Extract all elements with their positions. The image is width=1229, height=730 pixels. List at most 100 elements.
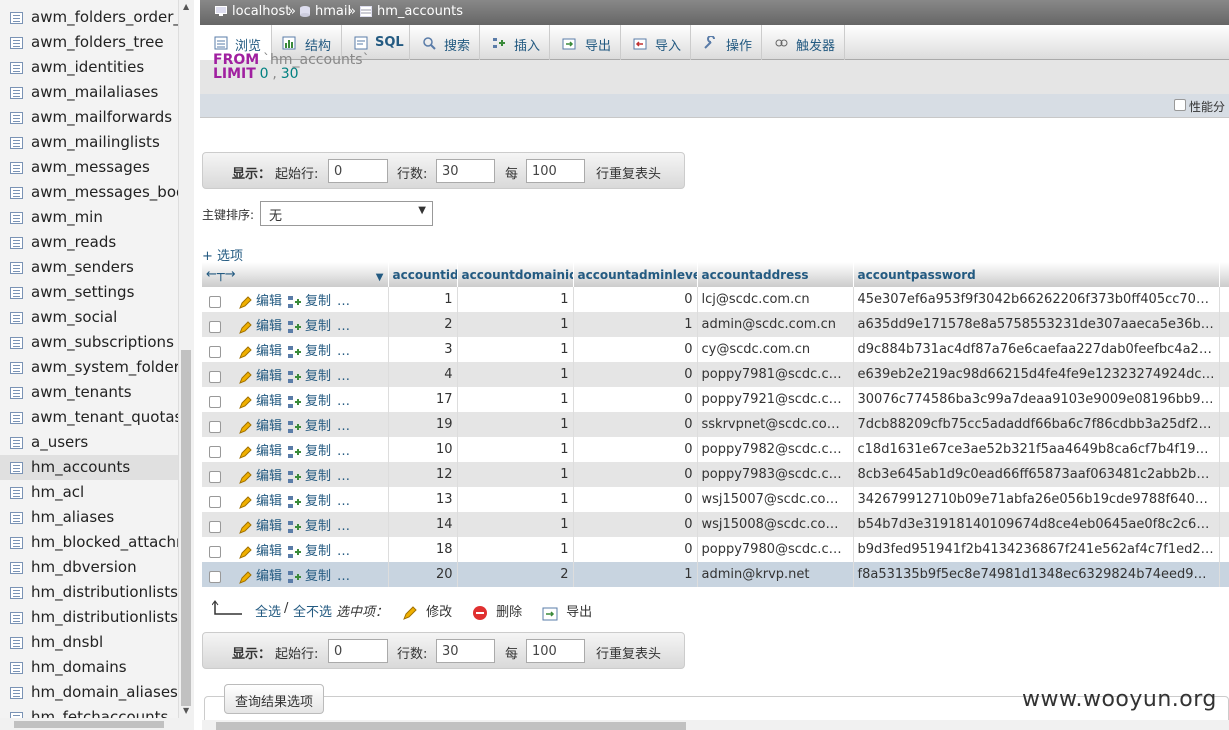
- cell-accountdomainid[interactable]: 1: [457, 287, 574, 312]
- bulk-delete-button[interactable]: 删除: [472, 601, 522, 621]
- sidebar-item-hm_dnsbl[interactable]: hm_dnsbl: [0, 630, 179, 655]
- sidebar-horizontal-scrollbar-thumb[interactable]: [14, 721, 164, 728]
- cell-accountpassword[interactable]: b54b7d3e31918140109674d8ce4eb0645ae0f8c2…: [853, 512, 1220, 537]
- cell-accountadminlevel[interactable]: 0: [573, 512, 698, 537]
- table-icon[interactable]: [10, 12, 23, 24]
- tab-search[interactable]: 搜索: [410, 25, 480, 60]
- rows-count-input-bottom[interactable]: [436, 639, 495, 663]
- sidebar-item-label[interactable]: awm_identities: [31, 58, 144, 76]
- cell-accountaddress[interactable]: wsj15008@scdc.com.cn: [697, 512, 854, 537]
- cell-accountaddress[interactable]: poppy7981@scdc.com.cn: [697, 362, 854, 387]
- row-checkbox[interactable]: [209, 520, 221, 533]
- main-horizontal-scrollbar-thumb[interactable]: [216, 722, 686, 730]
- sidebar-item-label[interactable]: hm_distributionlists: [31, 583, 178, 601]
- uncheck-all-link[interactable]: 全不选: [293, 601, 332, 620]
- table-icon[interactable]: [10, 362, 23, 374]
- cell-accountpassword[interactable]: c18d1631e67ce3ae52b321f5aa4649b8ca6cf7b4…: [853, 437, 1220, 462]
- tab-triggers[interactable]: 触发器: [762, 25, 845, 60]
- copy-row-button[interactable]: 复制: [288, 465, 331, 484]
- copy-row-button[interactable]: 复制: [288, 540, 331, 559]
- row-checkbox[interactable]: [209, 470, 221, 483]
- sidebar-item-label[interactable]: awm_mailaliases: [31, 83, 158, 101]
- sidebar-item-awm_min[interactable]: awm_min: [0, 205, 179, 230]
- sidebar-item-label[interactable]: awm_subscriptions: [31, 333, 174, 351]
- copy-row-button[interactable]: 复制: [288, 315, 331, 334]
- edit-row-button[interactable]: 编辑: [239, 415, 282, 434]
- table-icon[interactable]: [10, 337, 23, 349]
- sidebar-item-label[interactable]: awm_senders: [31, 258, 134, 276]
- sidebar-item-hm_domains[interactable]: hm_domains: [0, 655, 179, 680]
- cell-accountaddress[interactable]: cy@scdc.com.cn: [697, 337, 854, 362]
- cell-accountdomainid[interactable]: 1: [457, 437, 574, 462]
- sidebar-item-awm_settings[interactable]: awm_settings: [0, 280, 179, 305]
- row-checkbox[interactable]: [209, 370, 221, 383]
- sidebar-item-awm_folders_tree[interactable]: awm_folders_tree: [0, 30, 179, 55]
- edit-row-button[interactable]: 编辑: [239, 390, 282, 409]
- sidebar-item-awm_tenants[interactable]: awm_tenants: [0, 380, 179, 405]
- table-icon[interactable]: [10, 587, 23, 599]
- cell-accountdomainid[interactable]: 1: [457, 312, 574, 337]
- cell-accountid[interactable]: 10: [388, 437, 458, 462]
- cell-accountid[interactable]: 2: [388, 312, 458, 337]
- sidebar-item-label[interactable]: hm_dnsbl: [31, 633, 103, 651]
- table-icon[interactable]: [10, 137, 23, 149]
- table-icon[interactable]: [10, 112, 23, 124]
- cell-accountaddress[interactable]: poppy7980@scdc.com.cn: [697, 537, 854, 562]
- table-icon[interactable]: [10, 187, 23, 199]
- profiling-checkbox[interactable]: [1174, 99, 1186, 111]
- column-header-accountdomainid[interactable]: accountdomainid: [457, 262, 574, 287]
- sidebar-item-label[interactable]: hm_blocked_attachm: [31, 533, 179, 551]
- check-all-link[interactable]: 全选: [255, 601, 281, 620]
- row-checkbox[interactable]: [209, 420, 221, 433]
- edit-row-button[interactable]: 编辑: [239, 290, 282, 309]
- cell-accountdomainid[interactable]: 1: [457, 337, 574, 362]
- tab-insert[interactable]: 插入: [480, 25, 550, 60]
- row-checkbox[interactable]: [209, 345, 221, 358]
- copy-row-button[interactable]: 复制: [288, 290, 331, 309]
- cell-accountpassword[interactable]: 7dcb88209cfb75cc5adaddf66ba6c7f86cdbb3a2…: [853, 412, 1220, 437]
- sidebar-item-hm_blocked_attachm[interactable]: hm_blocked_attachm: [0, 530, 179, 555]
- sidebar-item-awm_mailinglists[interactable]: awm_mailinglists: [0, 130, 179, 155]
- row-checkbox[interactable]: [209, 395, 221, 408]
- sidebar-item-label[interactable]: hm_distributionlistsre: [31, 608, 179, 626]
- cell-accountpassword[interactable]: 342679912710b09e71abfa26e056b19cde9788f6…: [853, 487, 1220, 512]
- bulk-export-button[interactable]: 导出: [542, 601, 592, 621]
- edit-row-button[interactable]: 编辑: [239, 565, 282, 584]
- table-icon[interactable]: [10, 537, 23, 549]
- table-icon[interactable]: [10, 62, 23, 74]
- table-icon[interactable]: [10, 37, 23, 49]
- sidebar-item-label[interactable]: awm_tenants: [31, 383, 132, 401]
- cell-accountdomainid[interactable]: 1: [457, 362, 574, 387]
- copy-row-button[interactable]: 复制: [288, 440, 331, 459]
- sidebar-item-hm_dbversion[interactable]: hm_dbversion: [0, 555, 179, 580]
- table-icon[interactable]: [10, 562, 23, 574]
- cell-accountpassword[interactable]: 30076c774586ba3c99a7deaa9103e9009e08196b…: [853, 387, 1220, 412]
- cell-accountadminlevel[interactable]: 0: [573, 437, 698, 462]
- cell-accountadminlevel[interactable]: 1: [573, 562, 698, 587]
- column-resize-icon[interactable]: ←┬→: [206, 267, 236, 282]
- sidebar-item-label[interactable]: awm_messages: [31, 158, 150, 176]
- column-header-accountpassword[interactable]: accountpassword: [853, 262, 1220, 287]
- copy-row-button[interactable]: 复制: [288, 365, 331, 384]
- sidebar-item-hm_distributionlists[interactable]: hm_distributionlists: [0, 580, 179, 605]
- sidebar-item-label[interactable]: hm_accounts: [31, 458, 130, 476]
- cell-accountid[interactable]: 20: [388, 562, 458, 587]
- sidebar-item-label[interactable]: hm_domains: [31, 658, 127, 676]
- table-icon[interactable]: [10, 462, 23, 474]
- edit-row-button[interactable]: 编辑: [239, 365, 282, 384]
- sidebar-item-label[interactable]: hm_acl: [31, 483, 84, 501]
- cell-accountadminlevel[interactable]: 0: [573, 387, 698, 412]
- scroll-up-arrow-icon[interactable]: ▲: [183, 2, 189, 11]
- column-header-accountaddress[interactable]: accountaddress: [697, 262, 854, 287]
- sidebar-item-hm_aliases[interactable]: hm_aliases: [0, 505, 179, 530]
- edit-row-button[interactable]: 编辑: [239, 490, 282, 509]
- cell-accountid[interactable]: 12: [388, 462, 458, 487]
- table-icon[interactable]: [10, 637, 23, 649]
- sidebar-item-awm_social[interactable]: awm_social: [0, 305, 179, 330]
- tab-operations[interactable]: 操作: [691, 25, 762, 60]
- repeat-header-input-bottom[interactable]: [526, 639, 585, 663]
- cell-accountaddress[interactable]: poppy7982@scdc.com.cn: [697, 437, 854, 462]
- row-checkbox[interactable]: [209, 295, 221, 308]
- sidebar-item-awm_subscriptions[interactable]: awm_subscriptions: [0, 330, 179, 355]
- edit-row-button[interactable]: 编辑: [239, 340, 282, 359]
